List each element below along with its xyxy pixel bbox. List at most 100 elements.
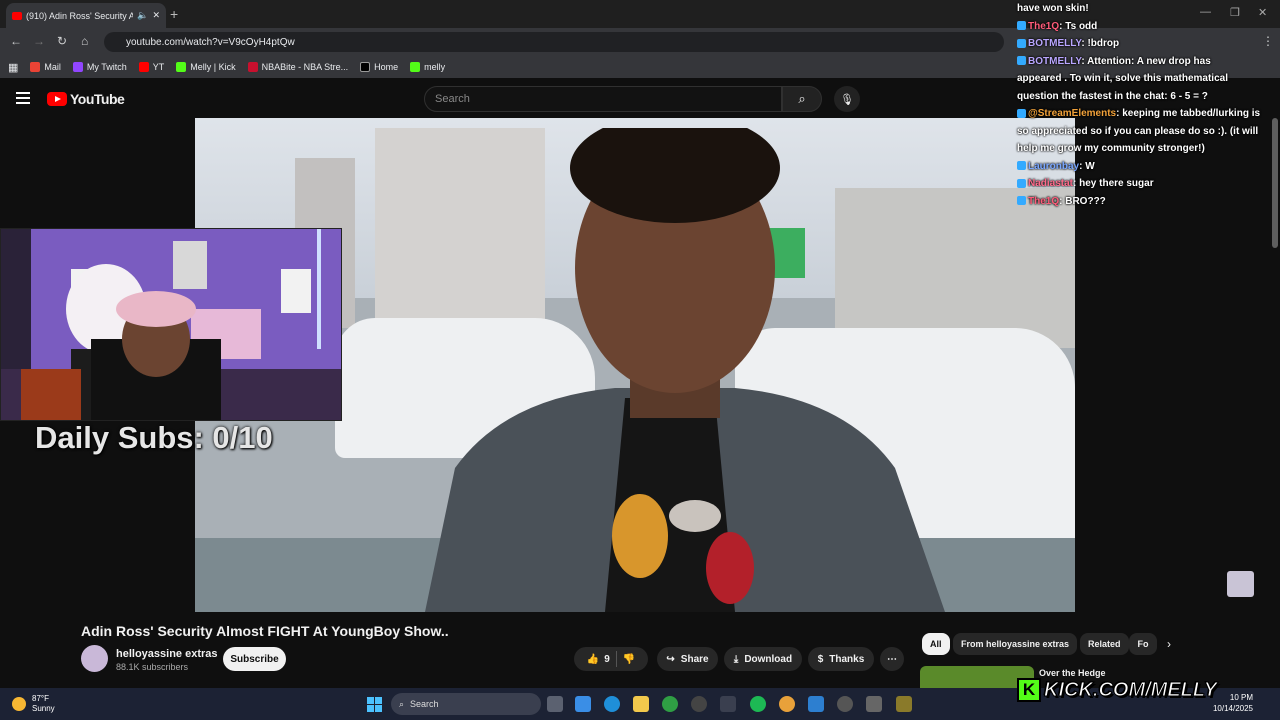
more-actions-button[interactable]: ⋯ [880, 647, 904, 671]
search-input[interactable]: Search [424, 86, 782, 112]
search-icon: ⌕ [399, 698, 405, 709]
kick-url-text: KICK.COM/MELLY [1044, 678, 1218, 701]
youtube-logo-text: YouTube [70, 91, 125, 107]
spotify-icon[interactable] [750, 696, 766, 712]
chat-message: BOTMELLY: !bdrop [1017, 35, 1280, 53]
chat-text: so appreciated so if you can please do s… [1017, 125, 1259, 137]
chat-badge-icon [1017, 56, 1026, 66]
new-tab-icon[interactable]: + [170, 6, 178, 22]
download-icon: ⤓ [733, 653, 739, 665]
weather-widget[interactable]: 87°F Sunny [12, 694, 55, 714]
mic-button[interactable]: 🎙 [834, 86, 860, 112]
chat-message: help me grow my community stronger!) [1017, 140, 1280, 158]
chat-text: : Attention: A new drop has [1081, 55, 1211, 67]
download-button[interactable]: ⤓ Download [724, 647, 802, 671]
youtube-play-icon [47, 92, 67, 106]
chat-message: @StreamElements: keeping me tabbed/lurki… [1017, 105, 1280, 123]
start-icon[interactable] [367, 697, 382, 712]
media-player-icon[interactable] [837, 696, 853, 712]
share-button[interactable]: ↪ Share [657, 647, 718, 671]
kick-logo-icon: K [1017, 678, 1041, 702]
thumbs-up-icon: 👍 [586, 653, 600, 665]
back-icon[interactable]: ← [10, 34, 22, 48]
chat-badge-icon [1017, 38, 1026, 48]
chrome-icon[interactable] [779, 696, 795, 712]
xbox-icon[interactable] [662, 696, 678, 712]
forward-icon[interactable]: → [33, 34, 45, 48]
chip-all[interactable]: All [922, 633, 950, 655]
chat-username: BOTMELLY [1028, 55, 1082, 67]
browser-tab[interactable]: (910) Adin Ross' Security Al 🔈 ✕ [6, 3, 166, 28]
youtube-logo[interactable]: YouTube [47, 91, 125, 107]
file-explorer-icon[interactable] [633, 696, 649, 712]
bookmark-yt[interactable]: YT [138, 62, 165, 72]
chat-text: : W [1079, 160, 1095, 172]
search-icon: ⌕ [798, 91, 806, 106]
app-icon[interactable] [866, 696, 882, 712]
chip-related[interactable]: Related [1080, 633, 1129, 655]
share-label: Share [680, 653, 709, 665]
obs-icon[interactable] [691, 696, 707, 712]
tab-title: (910) Adin Ross' Security Al [26, 10, 134, 21]
chat-message: Lauronbay: W [1017, 158, 1280, 176]
bookmark-kick[interactable]: Melly | Kick [176, 62, 236, 72]
like-count: 9 [604, 653, 610, 665]
chat-badge-icon [1017, 196, 1026, 206]
subscribe-button[interactable]: Subscribe [223, 647, 286, 671]
clock-time: 10 PM [1229, 693, 1253, 702]
chat-text: help me grow my community stronger!) [1017, 143, 1205, 154]
channel-avatar[interactable] [81, 645, 108, 672]
kick-overlay-banner: K KICK.COM/MELLY [1017, 676, 1217, 704]
chat-username: @StreamElements [1028, 108, 1117, 119]
thumbs-down-icon[interactable]: 👎 [623, 654, 635, 665]
menu-icon[interactable] [16, 92, 30, 104]
speaker-icon[interactable]: 🔈 [137, 10, 148, 21]
chips-next-icon[interactable]: › [1167, 637, 1171, 651]
tab-close-icon[interactable]: ✕ [152, 10, 160, 21]
address-bar[interactable]: youtube.com/watch?v=V9cOyH4ptQw [104, 32, 1004, 52]
chip-from-channel[interactable]: From helloyassine extras [953, 633, 1078, 655]
chat-text: : hey there sugar [1073, 178, 1154, 189]
taskbar-clock[interactable]: 10 PM 10/14/2025 [1205, 692, 1253, 714]
bookmark-label: Melly | Kick [190, 62, 236, 72]
photos-icon[interactable] [808, 696, 824, 712]
reload-icon[interactable]: ↻ [57, 34, 67, 48]
weather-condition: Sunny [32, 704, 55, 713]
copilot-icon[interactable] [575, 696, 591, 712]
thanks-button[interactable]: $ Thanks [808, 647, 874, 671]
chip-for-you[interactable]: Fo [1129, 633, 1157, 655]
chat-text: have won skin! [1017, 3, 1089, 14]
bookmark-melly[interactable]: melly [410, 62, 445, 72]
daily-subs-counter: Daily Subs: 0/10 [35, 420, 273, 455]
bookmark-nbabite[interactable]: NBABite - NBA Stre... [247, 62, 348, 72]
bookmark-label: Home [374, 62, 399, 72]
thanks-label: Thanks [829, 653, 865, 665]
task-view-icon[interactable] [547, 696, 563, 712]
chat-username: Lauronbay [1028, 160, 1080, 172]
bookmark-label: YT [152, 62, 165, 72]
page-scrollbar[interactable] [1272, 118, 1278, 248]
home-icon[interactable]: ⌂ [81, 34, 88, 48]
bookmark-label: My Twitch [86, 62, 127, 72]
chat-message: The1Q: Ts odd [1017, 18, 1280, 36]
taskbar-search[interactable]: ⌕ Search [391, 693, 541, 715]
edge-icon[interactable] [604, 696, 620, 712]
clock-date: 10/14/2025 [1212, 704, 1253, 713]
chat-badge-icon [1017, 178, 1026, 188]
channel-watermark[interactable] [1227, 571, 1254, 597]
bookmark-home[interactable]: Home [360, 62, 398, 72]
chat-message: The1Q: BRO??? [1017, 193, 1280, 211]
minecraft-icon[interactable] [896, 696, 912, 712]
chat-badge-icon [1017, 161, 1026, 171]
like-button[interactable]: 👍 9 [587, 654, 610, 665]
address-text: youtube.com/watch?v=V9cOyH4ptQw [126, 36, 295, 48]
bookmark-twitch[interactable]: My Twitch [72, 62, 127, 72]
youtube-favicon-icon [12, 11, 22, 20]
chat-message: BOTMELLY: Attention: A new drop has [1017, 53, 1280, 71]
apps-icon[interactable]: ▦ [8, 61, 18, 74]
store-icon[interactable] [720, 696, 736, 712]
video-person [425, 128, 945, 612]
channel-name[interactable]: helloyassine extras [116, 648, 218, 660]
search-button[interactable]: ⌕ [782, 86, 822, 112]
bookmark-mail[interactable]: Mail [30, 62, 61, 72]
